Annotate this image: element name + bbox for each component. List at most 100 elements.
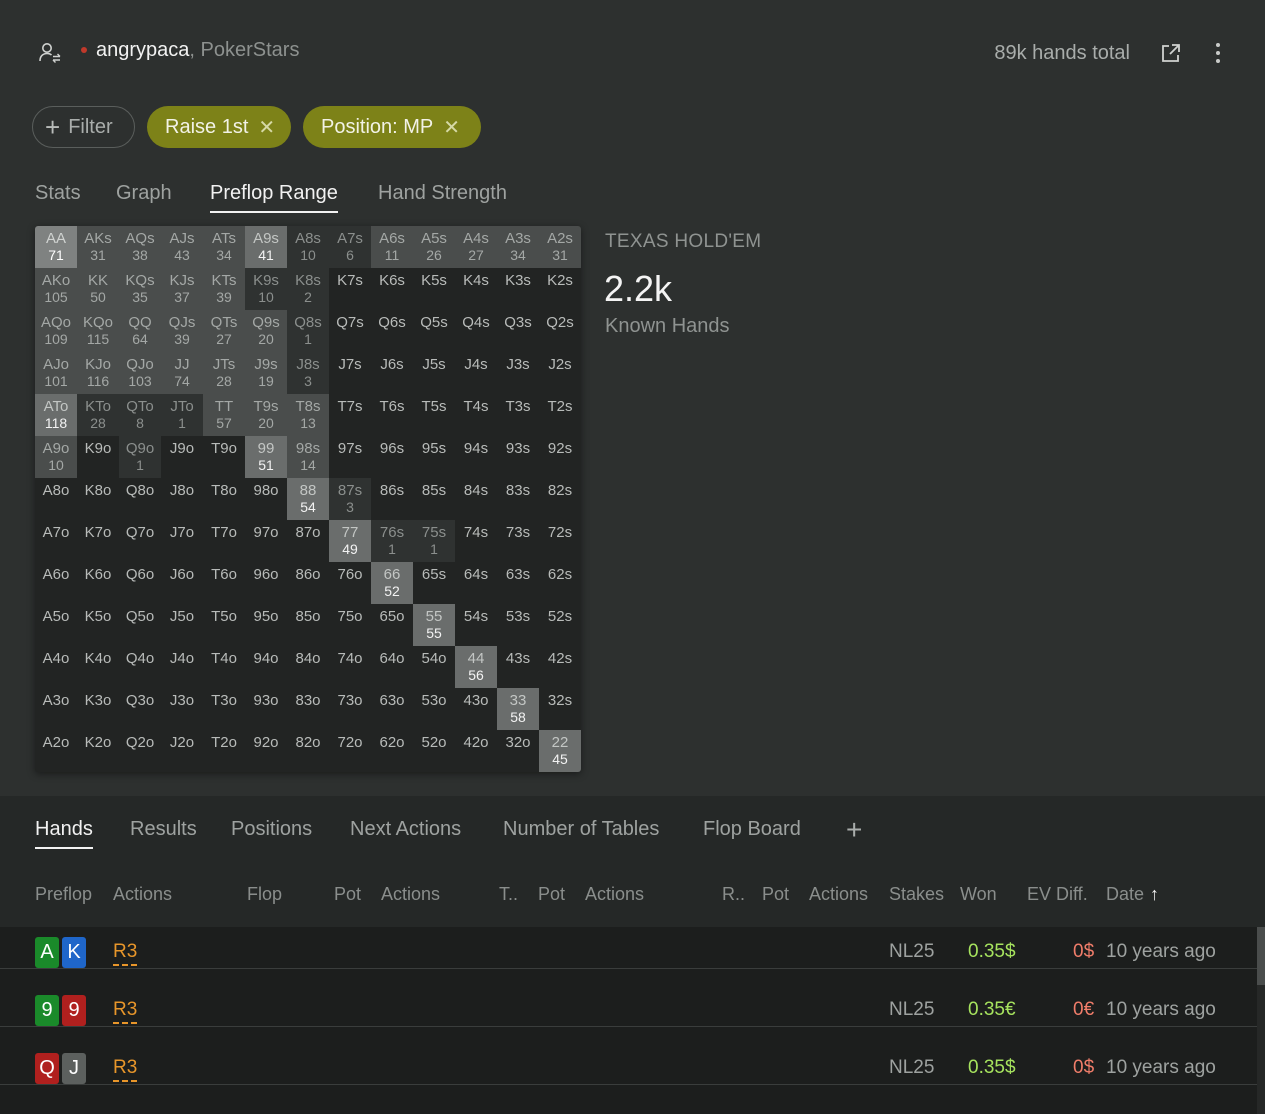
range-cell[interactable]: 99 51 — [245, 436, 287, 478]
range-cell[interactable]: 98o — [245, 478, 287, 520]
table-row[interactable]: A K R3 NL25 0.35$ 0$ 10 years ago — [0, 911, 1257, 969]
range-cell[interactable]: A8o — [35, 478, 77, 520]
range-cell[interactable]: 55 55 — [413, 604, 455, 646]
filter-chip-position[interactable]: Position: MP ✕ — [303, 106, 481, 148]
range-cell[interactable]: K6o — [77, 562, 119, 604]
range-cell[interactable]: 86o — [287, 562, 329, 604]
range-cell[interactable]: T4s — [455, 394, 497, 436]
range-cell[interactable]: QTs 27 — [203, 310, 245, 352]
range-cell[interactable]: 93s — [497, 436, 539, 478]
range-cell[interactable]: T3o — [203, 688, 245, 730]
range-cell[interactable]: A9s 41 — [245, 226, 287, 268]
range-cell[interactable]: AA 71 — [35, 226, 77, 268]
range-cell[interactable]: KJo 116 — [77, 352, 119, 394]
range-cell[interactable]: J8o — [161, 478, 203, 520]
col-turn[interactable]: T.. — [499, 884, 518, 905]
range-cell[interactable]: KTo 28 — [77, 394, 119, 436]
preflop-action[interactable]: R3 — [113, 941, 138, 966]
range-cell[interactable]: J2o — [161, 730, 203, 772]
range-cell[interactable]: Q6o — [119, 562, 161, 604]
range-cell[interactable]: JTs 28 — [203, 352, 245, 394]
col-preflop[interactable]: Preflop — [35, 884, 92, 905]
range-cell[interactable]: A7s 6 — [329, 226, 371, 268]
range-cell[interactable]: K5o — [77, 604, 119, 646]
range-cell[interactable]: T6o — [203, 562, 245, 604]
col-preflop-actions[interactable]: Actions — [113, 884, 172, 905]
range-cell[interactable]: 88 54 — [287, 478, 329, 520]
sort-ascending-icon[interactable]: ↑ — [1150, 884, 1159, 905]
range-cell[interactable]: K8o — [77, 478, 119, 520]
tab-stats[interactable]: Stats — [35, 182, 81, 205]
range-cell[interactable]: A4s 27 — [455, 226, 497, 268]
range-cell[interactable]: Q7s — [329, 310, 371, 352]
preflop-action[interactable]: R3 — [113, 1057, 138, 1082]
range-cell[interactable]: Q3o — [119, 688, 161, 730]
range-cell[interactable]: K5s — [413, 268, 455, 310]
range-cell[interactable]: A6s 11 — [371, 226, 413, 268]
range-cell[interactable]: 87s 3 — [329, 478, 371, 520]
range-cell[interactable]: 82o — [287, 730, 329, 772]
range-cell[interactable]: 52o — [413, 730, 455, 772]
range-cell[interactable]: 94s — [455, 436, 497, 478]
range-cell[interactable]: JJ 74 — [161, 352, 203, 394]
range-cell[interactable]: 63o — [371, 688, 413, 730]
range-cell[interactable]: A8s 10 — [287, 226, 329, 268]
preflop-action[interactable]: R3 — [113, 999, 138, 1024]
col-stakes[interactable]: Stakes — [889, 884, 944, 905]
range-cell[interactable]: T6s — [371, 394, 413, 436]
range-cell[interactable]: K4o — [77, 646, 119, 688]
range-cell[interactable]: K7o — [77, 520, 119, 562]
col-turn-pot[interactable]: Pot — [538, 884, 565, 905]
range-cell[interactable]: J6o — [161, 562, 203, 604]
range-cell[interactable]: K4s — [455, 268, 497, 310]
range-cell[interactable]: KK 50 — [77, 268, 119, 310]
range-cell[interactable]: J8s 3 — [287, 352, 329, 394]
range-cell[interactable]: J5s — [413, 352, 455, 394]
range-cell[interactable]: 43s — [497, 646, 539, 688]
range-cell[interactable]: JTo 1 — [161, 394, 203, 436]
range-cell[interactable]: AJo 101 — [35, 352, 77, 394]
range-cell[interactable]: T8o — [203, 478, 245, 520]
range-cell[interactable]: T2s — [539, 394, 581, 436]
range-cell[interactable]: 84o — [287, 646, 329, 688]
range-cell[interactable]: 22 45 — [539, 730, 581, 772]
add-tab-button[interactable]: + — [846, 814, 862, 846]
range-cell[interactable]: 74s — [455, 520, 497, 562]
range-cell[interactable]: 76s 1 — [371, 520, 413, 562]
range-cell[interactable]: AKs 31 — [77, 226, 119, 268]
table-row[interactable]: 9 9 R3 NL25 0.35€ 0€ 10 years ago — [0, 969, 1257, 1027]
range-cell[interactable]: T5s — [413, 394, 455, 436]
range-cell[interactable]: A6o — [35, 562, 77, 604]
range-cell[interactable]: 42o — [455, 730, 497, 772]
range-cell[interactable]: 53s — [497, 604, 539, 646]
popout-icon[interactable] — [1160, 42, 1182, 64]
range-cell[interactable]: T4o — [203, 646, 245, 688]
tab-preflop-range[interactable]: Preflop Range — [210, 182, 338, 213]
range-cell[interactable]: KJs 37 — [161, 268, 203, 310]
range-cell[interactable]: 98s 14 — [287, 436, 329, 478]
tab-graph[interactable]: Graph — [116, 182, 172, 205]
close-icon[interactable]: ✕ — [443, 115, 460, 140]
scrollbar-thumb[interactable] — [1257, 927, 1265, 985]
range-cell[interactable]: T5o — [203, 604, 245, 646]
range-cell[interactable]: A3s 34 — [497, 226, 539, 268]
range-cell[interactable]: J5o — [161, 604, 203, 646]
filter-chip-raise-first[interactable]: Raise 1st ✕ — [147, 106, 291, 148]
tab-number-of-tables[interactable]: Number of Tables — [503, 818, 659, 841]
range-cell[interactable]: ATs 34 — [203, 226, 245, 268]
range-cell[interactable]: 87o — [287, 520, 329, 562]
range-cell[interactable]: 62s — [539, 562, 581, 604]
range-cell[interactable]: Q5o — [119, 604, 161, 646]
range-cell[interactable]: KTs 39 — [203, 268, 245, 310]
range-cell[interactable]: 62o — [371, 730, 413, 772]
table-row[interactable]: Q J R3 NL25 0.35$ 0$ 10 years ago — [0, 1027, 1257, 1085]
range-cell[interactable]: Q8s 1 — [287, 310, 329, 352]
range-cell[interactable]: T8s 13 — [287, 394, 329, 436]
range-cell[interactable]: J6s — [371, 352, 413, 394]
range-cell[interactable]: K2o — [77, 730, 119, 772]
col-turn-actions[interactable]: Actions — [585, 884, 644, 905]
range-cell[interactable]: 77 49 — [329, 520, 371, 562]
col-river-pot[interactable]: Pot — [762, 884, 789, 905]
range-cell[interactable]: A2s 31 — [539, 226, 581, 268]
range-cell[interactable]: 93o — [245, 688, 287, 730]
